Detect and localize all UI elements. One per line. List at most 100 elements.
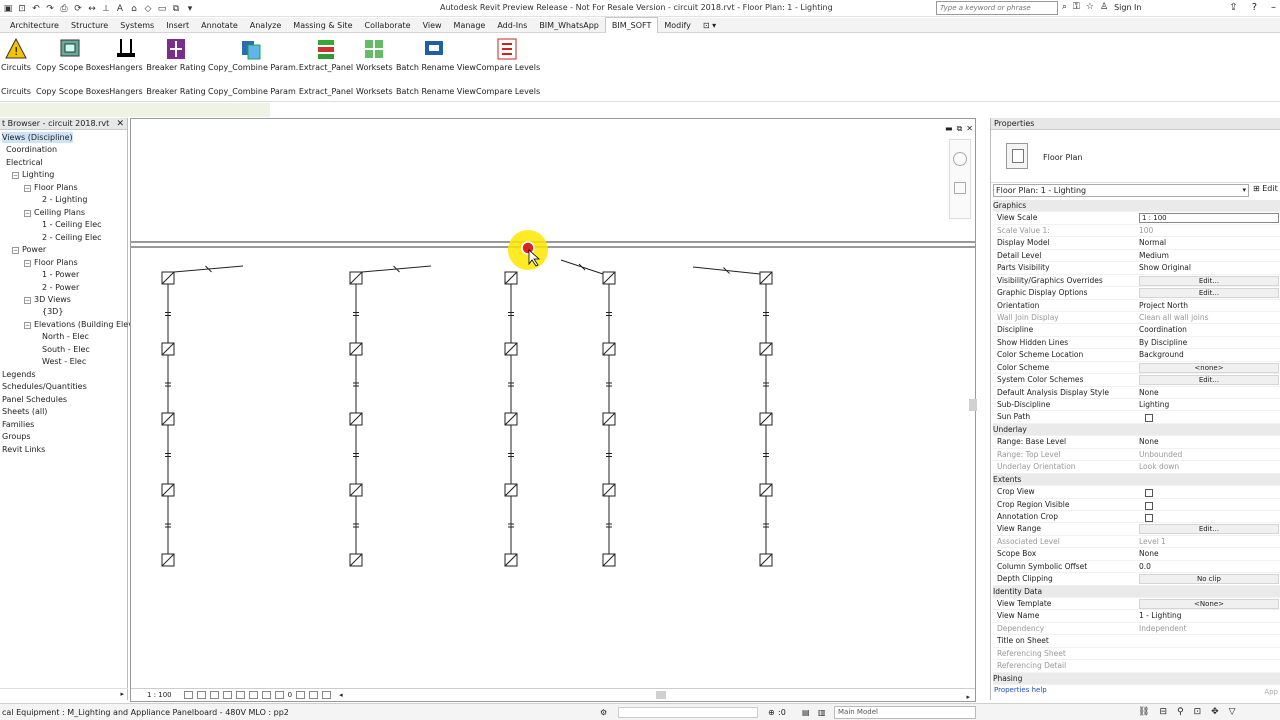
switch-windows-icon[interactable]: ⧉ [170, 3, 182, 15]
property-button[interactable]: <none> [1139, 362, 1279, 373]
property-value[interactable]: Project North [1139, 300, 1188, 312]
browser-item[interactable]: Groups [2, 431, 31, 442]
browser-item[interactable]: Coordination [6, 144, 57, 155]
tab-bim-soft[interactable]: BIM_SOFT [604, 17, 659, 33]
collapse-icon[interactable]: − [24, 296, 31, 304]
detail-level-icon[interactable] [183, 691, 193, 699]
tab-annotate[interactable]: Annotate [195, 18, 244, 33]
property-value[interactable]: Coordination [1139, 324, 1187, 336]
filter-selection-icon[interactable]: ▽ [1229, 704, 1236, 720]
tab-collaborate[interactable]: Collaborate [359, 18, 417, 33]
property-value[interactable]: 0.0 [1139, 561, 1151, 573]
browser-item[interactable]: North - Elec [42, 331, 89, 342]
sign-in-link[interactable]: Sign In [1114, 3, 1141, 12]
scroll-left-icon[interactable]: ◂ [339, 691, 343, 699]
scroll-right-icon[interactable]: ▸ [120, 690, 124, 698]
browser-item[interactable]: 1 - Ceiling Elec [42, 219, 102, 230]
open-icon[interactable]: ⊡ [16, 3, 28, 15]
property-value[interactable]: By Discipline [1139, 337, 1187, 349]
collapse-icon[interactable]: − [12, 172, 19, 180]
property-value[interactable]: Medium [1139, 250, 1169, 262]
property-value[interactable]: None [1139, 548, 1159, 560]
apply-button[interactable]: App [1264, 688, 1278, 696]
editable-only-icon[interactable]: ⊕ [768, 704, 775, 720]
property-value[interactable]: None [1139, 387, 1159, 399]
property-button[interactable]: No clip [1139, 574, 1279, 585]
vertical-scrollbar-thumb[interactable] [969, 399, 977, 411]
property-button[interactable]: Edit... [1139, 375, 1279, 386]
hangers-button[interactable]: Hangers Hangers [108, 34, 144, 102]
tab-architecture[interactable]: Architecture [4, 18, 65, 33]
section-icon[interactable]: ◇ [142, 3, 154, 15]
active-model-dropdown[interactable]: Main Model [834, 706, 976, 719]
property-value[interactable]: None [1139, 436, 1159, 448]
drawing-area[interactable]: ▬ ⧉ ✕ 1 : 100 0 ◂ ▸ [130, 118, 977, 702]
collapse-icon[interactable]: − [24, 209, 31, 217]
property-checkbox[interactable] [1145, 489, 1153, 498]
browser-item[interactable]: − Lighting [12, 169, 54, 180]
minimize-icon[interactable]: – [1271, 2, 1276, 13]
browser-item[interactable]: {3D} [42, 306, 63, 317]
text-icon[interactable]: A [114, 3, 126, 15]
tab-structure[interactable]: Structure [65, 18, 114, 33]
close-hidden-icon[interactable]: ▭ [156, 3, 168, 15]
browser-item[interactable]: Revit Links [2, 444, 45, 455]
search-input[interactable] [937, 2, 1057, 14]
save-icon[interactable]: ▣ [2, 3, 14, 15]
browser-item[interactable]: Families [2, 419, 34, 430]
customize-qat-icon[interactable]: ▾ [184, 3, 196, 15]
subscription-icon[interactable]: ⚿ [1073, 2, 1080, 12]
browser-item[interactable]: − Elevations (Building Elev [24, 319, 133, 330]
view-scale[interactable]: 1 : 100 [147, 691, 172, 699]
breaker-rating-button[interactable]: Breaker Rating Breaker Rating [146, 34, 206, 102]
select-by-face-icon[interactable]: ⊡ [1194, 704, 1202, 720]
edit-type-button[interactable]: ⊞ Edit [1253, 184, 1278, 193]
undo-icon[interactable]: ↶ [30, 3, 42, 15]
browser-item[interactable]: Legends [2, 369, 36, 380]
batch-rename-view-button[interactable]: Batch Rename View Batch Rename View [396, 34, 476, 102]
browser-item[interactable]: Views (Discipline) [2, 132, 73, 143]
scroll-right-icon[interactable]: ▸ [966, 693, 970, 701]
reveal-hidden-icon[interactable] [274, 691, 284, 699]
type-selector[interactable]: Floor Plan [991, 131, 1280, 183]
temporary-hide-icon[interactable] [261, 691, 271, 699]
collapse-icon[interactable]: − [24, 259, 31, 267]
property-button[interactable]: <None> [1139, 599, 1279, 609]
property-input[interactable]: 1 : 100 [1139, 213, 1279, 224]
property-value[interactable]: 1 - Lighting [1139, 610, 1182, 622]
property-checkbox[interactable] [1145, 501, 1153, 510]
browser-item[interactable]: 2 - Power [42, 282, 79, 293]
binoculars-icon[interactable]: ⌕ [1062, 2, 1067, 12]
property-button[interactable]: Edit... [1139, 524, 1279, 535]
drag-elements-icon[interactable]: ✥ [1211, 704, 1219, 720]
workset-icon[interactable]: ⚙ [600, 704, 607, 720]
property-button[interactable]: Edit... [1139, 275, 1279, 286]
property-checkbox[interactable] [1145, 513, 1153, 522]
shadows-icon[interactable] [222, 691, 232, 699]
property-button[interactable]: Edit... [1139, 288, 1279, 299]
property-value[interactable]: Background [1139, 349, 1184, 361]
property-value[interactable]: Lighting [1139, 399, 1169, 411]
tab-massing-site[interactable]: Massing & Site [287, 18, 358, 33]
worksharing-icon[interactable] [296, 691, 306, 699]
measure-icon[interactable]: ↔ [86, 3, 98, 15]
crop-view-icon[interactable] [235, 691, 245, 699]
tab-add-ins[interactable]: Add-Ins [491, 18, 533, 33]
browser-item[interactable]: Panel Schedules [2, 394, 67, 405]
tab-analyze[interactable]: Analyze [244, 18, 288, 33]
property-group-header[interactable]: Identity Data [993, 585, 1280, 598]
user-icon[interactable]: ♙ [1100, 2, 1108, 12]
properties-help-link[interactable]: Properties help [994, 686, 1047, 694]
redo-icon[interactable]: ↷ [44, 3, 56, 15]
visual-style-icon[interactable] [196, 691, 206, 699]
circuits-button[interactable]: ! Circuits Circuits [0, 34, 32, 102]
property-value[interactable]: Normal [1139, 237, 1166, 249]
browser-item[interactable]: −3D Views [24, 294, 71, 305]
exchange-icon[interactable]: ⇪ [1229, 2, 1237, 13]
help-icon[interactable]: ? [1252, 2, 1257, 13]
collapse-icon[interactable]: − [12, 247, 19, 255]
search-box[interactable] [936, 1, 1058, 15]
sun-path-icon[interactable] [209, 691, 219, 699]
highlight-displacement-icon[interactable] [322, 691, 332, 699]
tab-insert[interactable]: Insert [160, 18, 195, 33]
